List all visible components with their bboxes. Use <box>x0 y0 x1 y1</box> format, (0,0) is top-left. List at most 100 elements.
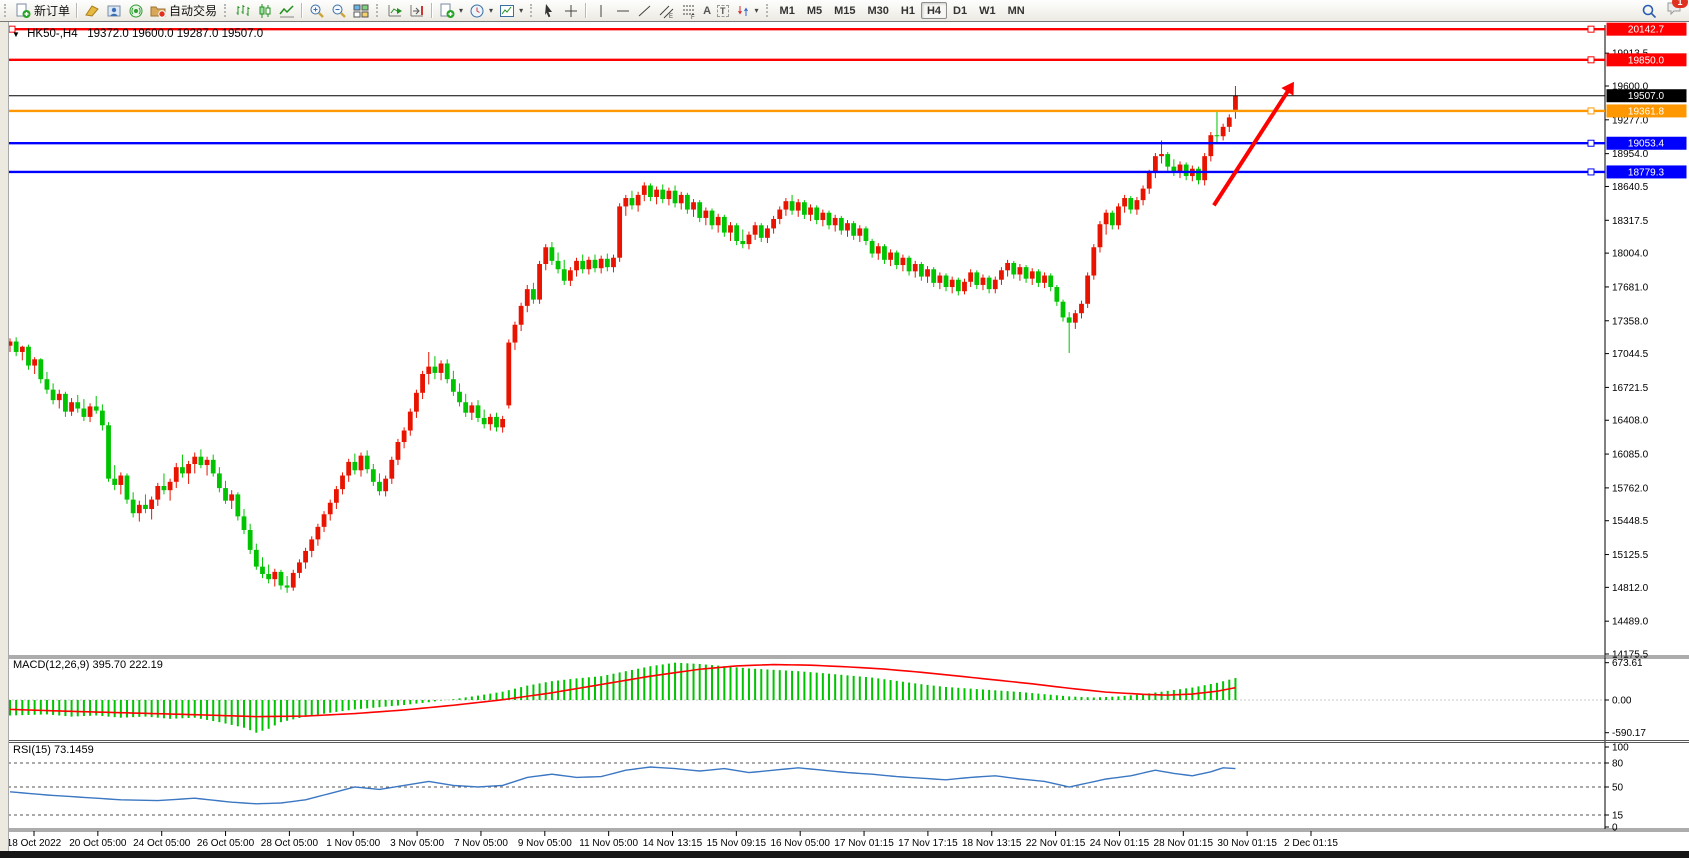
axis-label: 16721.5 <box>1612 383 1649 394</box>
vertical-line-button[interactable] <box>590 1 612 20</box>
axis-label: 15 <box>1612 811 1624 822</box>
period-dropdown[interactable]: ▾ <box>466 1 496 20</box>
crosshair-button[interactable] <box>560 1 582 20</box>
price-line-handle <box>1588 169 1594 175</box>
axis-label: 18 Oct 2022 <box>7 838 62 849</box>
tab-timeframe-m5[interactable]: M5 <box>801 2 828 19</box>
candle-body <box>396 442 401 460</box>
chart-shift-button[interactable] <box>406 1 428 20</box>
candle-body <box>1030 271 1035 278</box>
candle-body <box>913 264 918 271</box>
candle-body <box>962 282 967 291</box>
tab-timeframe-m15[interactable]: M15 <box>828 2 861 19</box>
separator <box>431 3 433 18</box>
candle-body <box>1085 276 1090 304</box>
text-icon: A <box>703 5 711 17</box>
auto-scroll-button[interactable] <box>384 1 406 20</box>
candle-body <box>562 269 567 281</box>
candle-body <box>51 390 56 400</box>
trendline-button[interactable] <box>634 1 656 20</box>
macd-signal-value: 222.19 <box>129 659 163 671</box>
candle-body <box>1208 135 1213 156</box>
chart-canvas[interactable]: 19913.519600.019277.018954.018640.518317… <box>0 0 1689 858</box>
navigator-button[interactable] <box>103 1 125 20</box>
tab-timeframe-h4[interactable]: H4 <box>921 2 947 19</box>
candle-body <box>20 347 25 352</box>
candle-body <box>710 211 715 226</box>
axis-label: 22 Nov 01:15 <box>1026 838 1086 849</box>
candle-body <box>285 585 290 587</box>
candle-body <box>235 494 240 516</box>
chat-button[interactable]: 1 <box>1666 0 1683 21</box>
price-line-handle <box>1588 57 1594 63</box>
candle-body <box>1073 313 1078 322</box>
fibonacci-button[interactable]: F <box>678 1 700 20</box>
line-chart-button[interactable] <box>276 1 298 20</box>
signals-button[interactable] <box>125 1 147 20</box>
tab-timeframe-h1[interactable]: H1 <box>895 2 921 19</box>
tab-timeframe-mn[interactable]: MN <box>1002 2 1031 19</box>
arrows-dropdown[interactable]: ▾ <box>732 1 762 20</box>
candle-body <box>389 460 394 479</box>
tab-timeframe-w1[interactable]: W1 <box>973 2 1002 19</box>
candle-body <box>1005 263 1010 270</box>
new-chart-dropdown[interactable]: ▾ <box>436 1 466 20</box>
candlestick-button[interactable] <box>254 1 276 20</box>
candle-body <box>759 225 764 238</box>
text-button[interactable]: A <box>700 1 714 20</box>
horizontal-line-button[interactable] <box>612 1 634 20</box>
axis-label: 18 Nov 13:15 <box>962 838 1022 849</box>
candle-body <box>833 218 838 225</box>
channel-button[interactable]: E <box>656 1 678 20</box>
auto-scroll-icon <box>387 3 403 19</box>
candle-body <box>32 359 37 365</box>
candle-body <box>802 202 807 215</box>
template-dropdown[interactable]: ▾ <box>496 1 526 20</box>
candle-body <box>445 363 450 379</box>
collapse-triangle-icon[interactable]: ▼ <box>12 30 20 39</box>
candle-body <box>242 516 247 530</box>
candle-body <box>131 500 136 514</box>
candle-body <box>254 550 259 567</box>
candle-body <box>414 393 419 412</box>
candle-body <box>1128 198 1133 210</box>
toolbar-grip <box>4 4 8 17</box>
axis-label: 16085.0 <box>1612 450 1649 461</box>
candle-body <box>586 260 591 269</box>
candle-body <box>192 457 197 464</box>
candle-body <box>1135 200 1140 209</box>
zoom-out-button[interactable] <box>328 1 350 20</box>
candle-body <box>556 261 561 269</box>
macd-main-value: 395.70 <box>92 659 126 671</box>
candle-body <box>796 202 801 210</box>
market-watch-button[interactable] <box>81 1 103 20</box>
tile-windows-button[interactable] <box>350 1 372 20</box>
axis-label: 2 Dec 01:15 <box>1284 838 1338 849</box>
autotrading-button[interactable]: 自动交易 <box>147 1 220 20</box>
label-button[interactable]: T <box>714 1 732 20</box>
candle-body <box>365 456 370 470</box>
axis-label: 14489.0 <box>1612 617 1649 628</box>
tab-timeframe-d1[interactable]: D1 <box>947 2 973 19</box>
candle-body <box>57 394 62 400</box>
candle-body <box>999 270 1004 279</box>
candle-body <box>279 572 284 586</box>
candle-body <box>14 341 19 351</box>
tab-timeframe-m30[interactable]: M30 <box>862 2 895 19</box>
new-order-button[interactable]: 新订单 <box>12 1 73 20</box>
candle-body <box>100 411 105 426</box>
axis-label: 16408.0 <box>1612 416 1649 427</box>
tab-timeframe-m1[interactable]: M1 <box>774 2 801 19</box>
axis-label: 7 Nov 05:00 <box>454 838 508 849</box>
search-button[interactable] <box>1638 1 1660 20</box>
template-icon <box>499 3 515 19</box>
candle-body <box>519 306 524 325</box>
zoom-in-button[interactable] <box>306 1 328 20</box>
candle-body <box>198 457 203 465</box>
bar-chart-button[interactable] <box>232 1 254 20</box>
candle-body <box>777 210 782 219</box>
candle-body <box>1159 154 1164 156</box>
cursor-button[interactable] <box>538 1 560 20</box>
candle-body <box>26 347 31 366</box>
candle-body <box>550 247 555 261</box>
